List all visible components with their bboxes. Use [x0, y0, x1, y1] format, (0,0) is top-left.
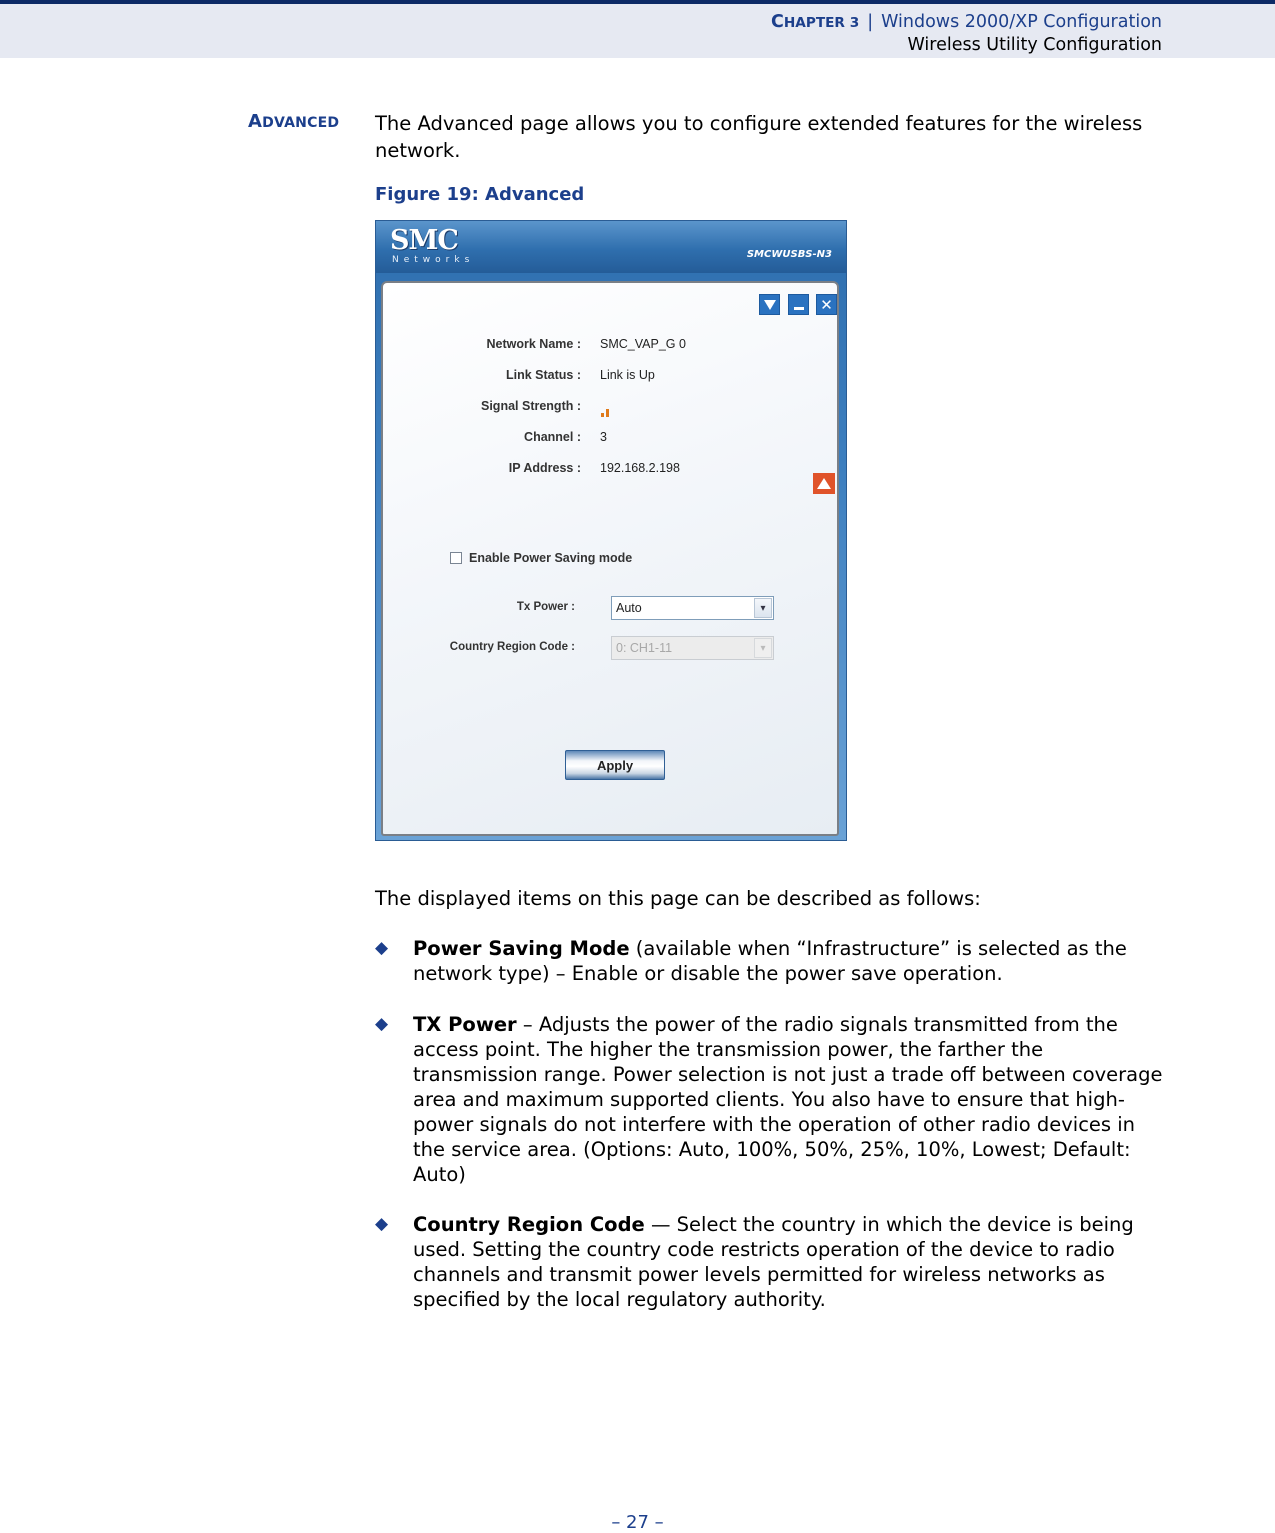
country-region-select: 0: CH1-11 ▾: [611, 636, 774, 660]
bullet-diamond-icon: ◆: [375, 1014, 389, 1034]
header-chapter-line: CHAPTER 3 | Windows 2000/XP Configuration: [771, 12, 1162, 32]
smc-logo: SMC: [390, 225, 459, 256]
app-banner: SMC Networks SMCWUSBS-N3: [376, 221, 846, 273]
bullet-term: Country Region Code: [413, 1213, 645, 1236]
figure-caption: Figure 19: Advanced: [375, 184, 585, 205]
chapter-label: CHAPTER 3: [771, 12, 860, 32]
header-separator: |: [867, 12, 874, 32]
advanced-panel: ✕ Network Name : SMC_VAP_G 0 Link Status…: [381, 281, 839, 836]
power-saving-label: Enable Power Saving mode: [469, 551, 633, 565]
country-region-value: 0: CH1-11: [616, 641, 673, 655]
chapter-title: Windows 2000/XP Configuration: [881, 12, 1162, 32]
bullet-diamond-icon: ◆: [375, 938, 389, 958]
signal-bar: [606, 409, 609, 417]
running-header: CHAPTER 3 | Windows 2000/XP Configuration …: [0, 0, 1275, 58]
signal-bar: [601, 413, 604, 417]
chevron-down-icon[interactable]: ▾: [754, 598, 772, 618]
bullet-term: TX Power: [413, 1013, 517, 1036]
bullet-tx-power: ◆ TX Power – Adjusts the power of the ra…: [375, 1012, 1165, 1187]
bullet-country-region-code: ◆ Country Region Code — Select the count…: [375, 1212, 1165, 1312]
status-value: Link is Up: [600, 368, 655, 382]
apply-button[interactable]: Apply: [565, 750, 665, 780]
chevron-down-icon: ▾: [754, 638, 772, 658]
tx-power-label: Tx Power :: [516, 601, 575, 613]
status-label: Network Name :: [486, 337, 581, 351]
triangle-up-icon: [817, 478, 831, 489]
section-label: ADVANCED: [248, 111, 340, 132]
power-saving-checkbox[interactable]: [450, 552, 462, 564]
collapse-button[interactable]: [813, 473, 835, 494]
status-value: SMC_VAP_G 0: [600, 337, 686, 351]
signal-strength-icon: [601, 403, 611, 417]
status-label: Link Status :: [505, 368, 581, 382]
bullet-power-saving-mode: ◆ Power Saving Mode (available when “Inf…: [375, 936, 1165, 986]
logo-subtitle: Networks: [392, 255, 475, 265]
close-button[interactable]: ✕: [816, 294, 837, 315]
model-name: SMCWUSBS-N3: [746, 249, 832, 260]
bullet-text: – Adjusts the power of the radio signals…: [413, 1013, 1163, 1186]
status-label: IP Address :: [508, 461, 581, 475]
status-label: Signal Strength :: [481, 399, 581, 413]
page-number: – 27 –: [611, 1512, 664, 1533]
status-value: 192.168.2.198: [600, 461, 680, 475]
bullet-diamond-icon: ◆: [375, 1214, 389, 1234]
country-region-label: Country Region Code :: [449, 641, 575, 653]
description-intro: The displayed items on this page can be …: [375, 887, 981, 910]
section-intro: The Advanced page allows you to configur…: [375, 112, 1143, 162]
status-value: 3: [600, 430, 607, 444]
wireless-utility-screenshot: SMC Networks SMCWUSBS-N3 ✕ Network Name …: [375, 220, 847, 841]
section-title: Wireless Utility Configuration: [907, 35, 1162, 55]
power-saving-option[interactable]: Enable Power Saving mode: [450, 551, 632, 565]
tx-power-select[interactable]: Auto ▾: [611, 596, 774, 620]
triangle-down-icon: [763, 299, 776, 310]
status-label: Channel :: [524, 430, 581, 444]
tx-power-value: Auto: [616, 601, 642, 615]
bullet-term: Power Saving Mode: [413, 937, 630, 960]
close-icon: ✕: [820, 295, 833, 314]
minimize-icon: [793, 307, 804, 310]
dropdown-button[interactable]: [759, 294, 780, 315]
minimize-button[interactable]: [788, 294, 809, 315]
